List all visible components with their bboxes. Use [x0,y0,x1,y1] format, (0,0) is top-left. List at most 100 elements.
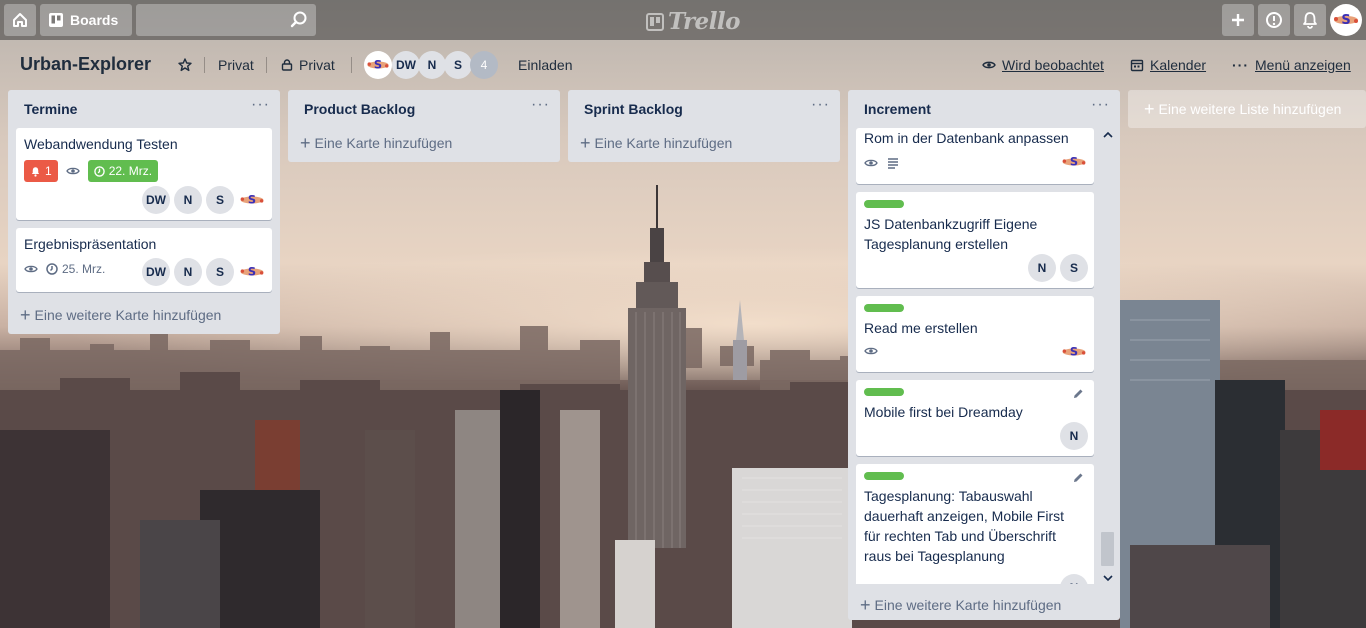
card[interactable]: Tagesplanung: Tabauswahl dauerhaft anzei… [856,464,1094,584]
svg-text:S: S [374,58,382,72]
add-card-label: Eine weitere Karte hinzufügen [874,597,1062,613]
due-date-badge[interactable]: 25. Mrz. [46,262,105,276]
add-card-button[interactable]: + Eine Karte hinzufügen [568,128,840,158]
green-label[interactable] [864,200,904,208]
notifications-button[interactable] [1294,4,1326,36]
list-menu-icon[interactable]: ··· [811,97,830,117]
user-avatar[interactable]: S [1330,4,1362,36]
card-members: DW N S S [142,258,266,286]
scrollbar-thumb[interactable] [1101,532,1114,566]
list-title[interactable]: Product Backlog [304,101,415,117]
boards-button[interactable]: Boards [40,4,132,36]
member-avatar-n[interactable]: N [418,51,446,79]
list-header[interactable]: Sprint Backlog ··· [568,90,840,128]
list-title[interactable]: Increment [864,101,931,117]
list-menu-icon[interactable]: ··· [251,97,270,117]
pencil-icon[interactable] [1072,472,1084,484]
green-label[interactable] [864,472,904,480]
list-menu-icon[interactable]: ··· [531,97,550,117]
card[interactable]: Webandwendung Testen 1 22. Mrz. DW N S S [16,128,272,220]
member-avatar-n[interactable]: N [1028,254,1056,282]
card-members: N [1060,574,1088,584]
member-count[interactable]: 4 [470,51,498,79]
member-avatar-dw[interactable]: DW [142,186,170,214]
add-card-label: Eine Karte hinzufügen [314,135,453,151]
member-avatar[interactable]: S [238,258,266,286]
member-avatar[interactable]: S [238,186,266,214]
watch-button[interactable]: Wird beobachtet [982,57,1104,73]
add-list-button[interactable]: + Eine weitere Liste hinzufügen [1128,90,1366,128]
avatar-logo-icon: S [367,58,389,72]
lock-icon [281,59,293,71]
svg-text:S: S [1070,345,1078,359]
invite-button[interactable]: Einladen [518,57,573,73]
add-card-button[interactable]: + Eine weitere Karte hinzufügen [8,300,280,330]
member-avatar-dw[interactable]: DW [392,51,420,79]
member-avatar-dw[interactable]: DW [142,258,170,286]
green-label[interactable] [864,304,904,312]
add-card-button[interactable]: + Eine Karte hinzufügen [288,128,560,158]
show-menu-button[interactable]: ··· Menü anzeigen [1232,57,1351,73]
home-button[interactable] [4,4,36,36]
card[interactable]: Rom in der Datenbank anpassen S [856,128,1094,184]
search-icon[interactable] [290,11,308,29]
member-avatar-s[interactable]: S [206,186,234,214]
logo-text: Trello [668,8,741,35]
member-avatar-s[interactable]: S [1060,254,1088,282]
notification-badge: 1 [24,160,58,182]
green-label[interactable] [864,388,904,396]
chevron-up-icon[interactable] [1103,131,1113,139]
scrollbar[interactable] [1100,128,1116,586]
trello-logo[interactable]: Trello [646,8,741,35]
list-increment: Increment ··· Rom in der Datenbank anpas… [848,90,1120,620]
add-card-button[interactable]: + Eine weitere Karte hinzufügen [848,590,1073,620]
card-members: S [1060,338,1088,366]
card-scroll-area[interactable]: Rom in der Datenbank anpassen S JS Daten… [848,128,1102,584]
notification-count: 1 [45,164,52,178]
list-termine: Termine ··· Webandwendung Testen 1 22. M… [8,90,280,334]
calendar-button[interactable]: Kalender [1130,57,1206,73]
card[interactable]: Read me erstellen S [856,296,1094,372]
list-menu-icon[interactable]: ··· [1091,97,1110,117]
member-avatar-s[interactable]: S [444,51,472,79]
due-date-badge[interactable]: 22. Mrz. [87,160,159,182]
list-header[interactable]: Product Backlog ··· [288,90,560,128]
add-card-label: Eine Karte hinzufügen [594,135,733,151]
member-avatar-n[interactable]: N [174,258,202,286]
plus-icon: + [20,305,31,325]
card-badges: 1 22. Mrz. [24,160,264,182]
plus-icon: + [1144,99,1155,119]
member-avatar-s[interactable]: S [206,258,234,286]
list-header[interactable]: Increment ··· [848,90,1120,128]
search-input[interactable] [136,4,316,36]
avatar-logo-icon: S [240,265,264,279]
member-avatar-n[interactable]: N [174,186,202,214]
pencil-icon[interactable] [1072,388,1084,400]
team-visibility-button[interactable]: Privat [218,57,254,73]
create-button[interactable] [1222,4,1254,36]
list-title[interactable]: Sprint Backlog [584,101,683,117]
member-avatar[interactable]: S [364,51,392,79]
star-icon[interactable] [178,58,192,72]
chevron-down-icon[interactable] [1103,574,1113,582]
list-title[interactable]: Termine [24,101,77,117]
info-button[interactable] [1258,4,1290,36]
svg-text:S: S [1070,155,1078,169]
member-avatar-n[interactable]: N [1060,574,1088,584]
member-avatar-n[interactable]: N [1060,422,1088,450]
board-title[interactable]: Urban-Explorer [20,54,151,75]
card[interactable]: JS Datenbankzugriff Eigene Tagesplanung … [856,192,1094,288]
svg-text:S: S [1341,13,1350,28]
divider [266,57,267,73]
card-title: Read me erstellen [864,320,978,336]
list-header[interactable]: Termine ··· [8,90,280,128]
plus-icon [1232,14,1244,26]
privacy-button[interactable]: Privat [281,57,335,73]
card[interactable]: Ergebnispräsentation 25. Mrz. DW N S S [16,228,272,292]
divider [204,57,205,73]
clock-icon [93,165,105,177]
eye-icon [864,347,878,355]
card[interactable]: Mobile first bei Dreamday N [856,380,1094,456]
member-avatar[interactable]: S [1060,338,1088,366]
member-avatar[interactable]: S [1060,148,1088,176]
